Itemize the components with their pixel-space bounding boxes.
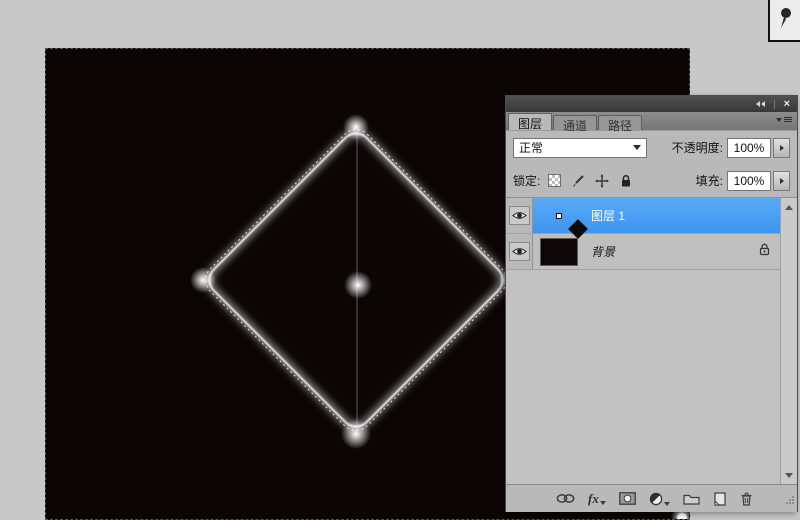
visibility-cell bbox=[506, 198, 533, 233]
fx-menu-arrow-icon bbox=[600, 501, 606, 505]
layer-row-layer1[interactable]: 图层 1 bbox=[506, 198, 780, 234]
photoshop-workspace: × 图层 通道 路径 正常 不透明度: 100% 锁定: bbox=[0, 0, 800, 520]
close-panel-button[interactable]: × bbox=[781, 98, 793, 110]
new-group-icon[interactable] bbox=[683, 492, 700, 505]
layer-locked-icon bbox=[759, 243, 770, 261]
panel-resize-grip[interactable] bbox=[784, 492, 795, 510]
eye-icon bbox=[512, 210, 527, 221]
visibility-toggle[interactable] bbox=[509, 242, 530, 261]
header-divider bbox=[774, 100, 775, 109]
adjustment-layer-icon[interactable] bbox=[649, 492, 670, 506]
collapse-panel-button[interactable] bbox=[753, 99, 768, 109]
layer-styles-fx-icon[interactable]: fx bbox=[588, 493, 606, 505]
lock-position-icon[interactable] bbox=[594, 173, 610, 189]
slider-arrow-icon bbox=[780, 145, 784, 151]
scroll-up-icon bbox=[785, 205, 793, 210]
tool-icon bbox=[778, 6, 794, 32]
delete-layer-icon[interactable] bbox=[740, 492, 753, 506]
slider-arrow-icon bbox=[780, 178, 784, 184]
tab-channels[interactable]: 通道 bbox=[553, 115, 597, 130]
background-thumbnail[interactable] bbox=[540, 238, 578, 266]
layers-list: 图层 1 背景 bbox=[506, 197, 797, 484]
blend-mode-value: 正常 bbox=[519, 139, 633, 156]
new-layer-icon[interactable] bbox=[713, 492, 727, 506]
lock-buttons bbox=[546, 173, 634, 189]
menu-lines-icon bbox=[784, 117, 792, 122]
eye-icon bbox=[512, 246, 527, 257]
dropdown-arrow-icon bbox=[633, 145, 641, 150]
layer-name[interactable]: 图层 1 bbox=[591, 207, 625, 224]
lock-all-icon[interactable] bbox=[618, 173, 634, 189]
lock-pixels-brush-icon[interactable] bbox=[570, 173, 586, 189]
opacity-input[interactable]: 100% bbox=[727, 138, 771, 158]
tab-layers[interactable]: 图层 bbox=[508, 113, 552, 130]
scroll-down-button[interactable] bbox=[782, 468, 796, 482]
opacity-slider-button[interactable] bbox=[773, 138, 790, 158]
scroll-down-icon bbox=[785, 473, 793, 478]
lock-transparency-icon[interactable] bbox=[546, 173, 562, 189]
panel-header: × bbox=[506, 96, 797, 112]
add-layer-mask-icon[interactable] bbox=[619, 492, 636, 505]
lock-label: 锁定: bbox=[513, 172, 540, 189]
cropped-tool-panel bbox=[768, 0, 800, 42]
layers-panel: × 图层 通道 路径 正常 不透明度: 100% 锁定: bbox=[505, 95, 798, 512]
panel-tabbar: 图层 通道 路径 bbox=[506, 112, 797, 131]
fill-slider-button[interactable] bbox=[773, 171, 790, 191]
tab-paths[interactable]: 路径 bbox=[598, 115, 642, 130]
link-layers-icon[interactable] bbox=[556, 493, 575, 504]
collapse-arrow-icon bbox=[756, 101, 760, 107]
layers-scrollbar[interactable] bbox=[780, 198, 797, 484]
blend-mode-row: 正常 不透明度: 100% bbox=[506, 131, 797, 164]
layer1-thumbnail[interactable] bbox=[556, 213, 562, 219]
blend-mode-dropdown[interactable]: 正常 bbox=[513, 138, 647, 158]
adjustment-menu-arrow-icon bbox=[664, 502, 670, 506]
layer-thumbnail-cell bbox=[533, 198, 585, 233]
layer-name[interactable]: 背景 bbox=[591, 243, 615, 260]
scroll-up-button[interactable] bbox=[782, 200, 796, 214]
menu-arrow-icon bbox=[776, 118, 782, 122]
collapse-arrow-icon bbox=[761, 101, 765, 107]
lock-row: 锁定: bbox=[506, 164, 797, 197]
layer-thumbnail-cell bbox=[533, 234, 585, 269]
fill-input[interactable]: 100% bbox=[727, 171, 771, 191]
fill-label: 填充: bbox=[696, 172, 723, 189]
panel-bottom-toolbar: fx bbox=[506, 484, 797, 512]
visibility-toggle[interactable] bbox=[509, 206, 530, 225]
panel-menu-button[interactable] bbox=[776, 117, 792, 122]
layer-row-background[interactable]: 背景 bbox=[506, 234, 780, 270]
opacity-label: 不透明度: bbox=[672, 139, 723, 156]
visibility-cell bbox=[506, 234, 533, 269]
